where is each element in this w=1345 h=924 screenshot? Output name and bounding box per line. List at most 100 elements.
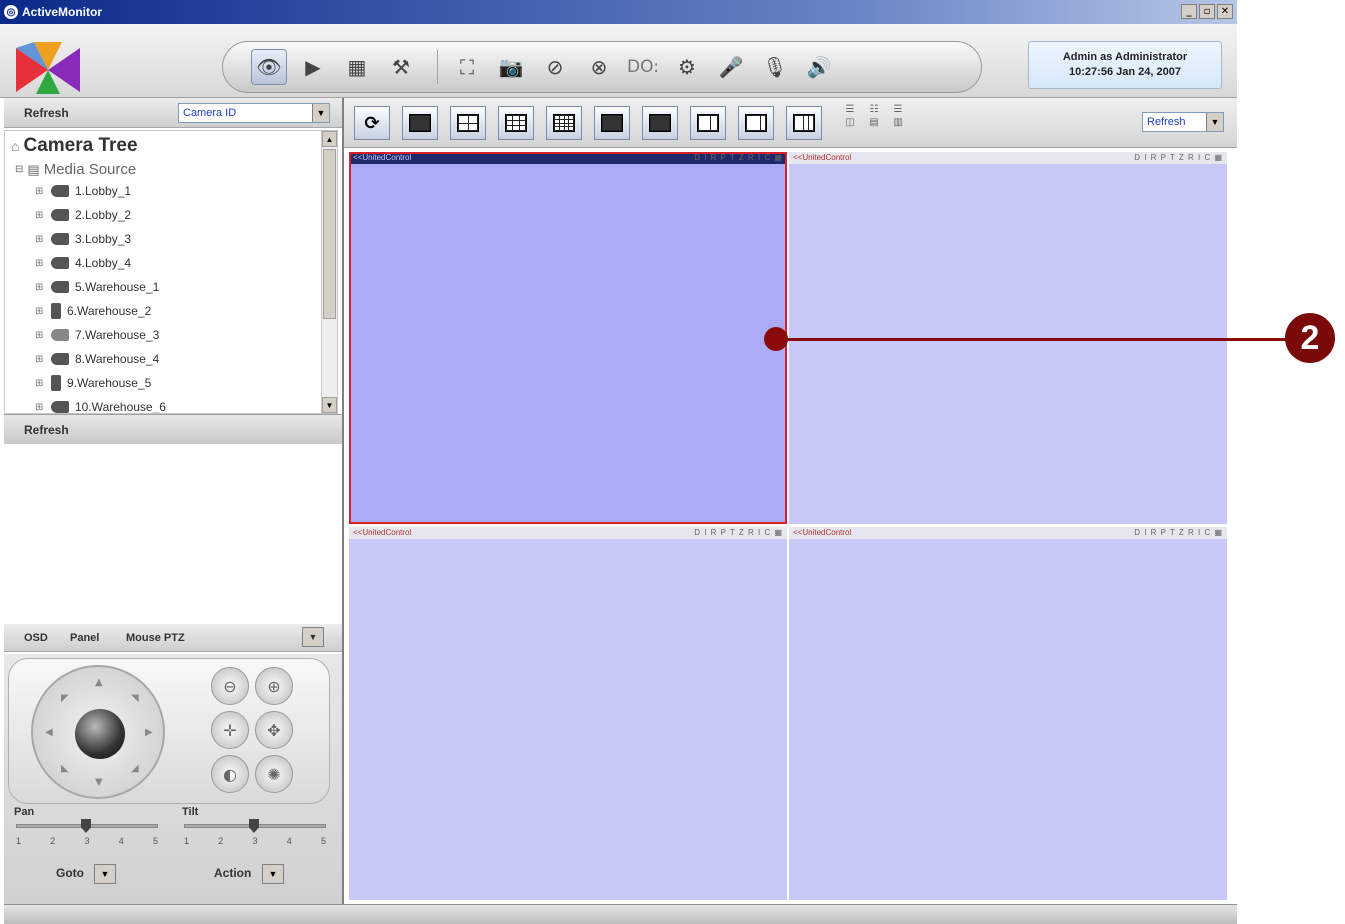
layout-small-a-icon[interactable]: ☰ ◫ [840, 104, 860, 144]
scroll-up-icon[interactable]: ▲ [322, 131, 337, 147]
tree-item-camera[interactable]: ⊞ 9.Warehouse_5 [35, 373, 151, 393]
video-cell-controls[interactable]: D I R P T Z R I C ▦ [1134, 152, 1223, 164]
tree-item-camera[interactable]: ⊞ 3.Lobby_3 [35, 229, 131, 249]
tree-item-camera[interactable]: ⊞ 6.Warehouse_2 [35, 301, 151, 321]
expand-icon[interactable]: ⊞ [35, 282, 45, 293]
maximize-button[interactable]: ▫ [1199, 4, 1215, 19]
media-source-icon: ▤ [27, 161, 40, 177]
tree-item-camera[interactable]: ⊞ 4.Lobby_4 [35, 253, 131, 273]
expand-icon[interactable]: ⊞ [35, 330, 45, 341]
layout-4x4-icon[interactable] [546, 106, 582, 140]
expand-icon[interactable]: ⊞ [35, 306, 45, 317]
layout-small-c-icon[interactable]: ☰ ▥ [888, 104, 908, 144]
tree-item-camera[interactable]: ⊞ 5.Warehouse_1 [35, 277, 159, 297]
layout-25-icon[interactable] [594, 106, 630, 140]
layout-1plus7-icon[interactable] [738, 106, 774, 140]
fullscreen-icon[interactable]: ⛶ [449, 49, 485, 85]
layout-36-icon[interactable] [642, 106, 678, 140]
expand-icon[interactable]: ⊞ [35, 354, 45, 365]
tree-item-camera[interactable]: ⊞ 7.Warehouse_3 [35, 325, 159, 345]
record-icon[interactable]: ⊘ [537, 49, 573, 85]
arrow-left-icon[interactable]: ◀ [45, 727, 53, 738]
refresh-label[interactable]: Refresh [24, 106, 69, 120]
expand-icon[interactable]: ⊞ [35, 210, 45, 221]
tab-panel[interactable]: Panel [70, 632, 99, 644]
ptz-direction-pad[interactable]: ▲ ▼ ◀ ▶ ◤ ◥ ◣ ◢ [31, 665, 165, 799]
minimize-button[interactable]: _ [1181, 4, 1197, 19]
expand-icon[interactable]: ⊞ [35, 234, 45, 245]
arrow-right-icon[interactable]: ▶ [145, 727, 153, 738]
view-refresh-select[interactable]: Refresh ▼ [1142, 112, 1224, 132]
iris-open-icon[interactable]: ✺ [255, 755, 293, 793]
settings-gear-icon[interactable]: ⚙ [669, 49, 705, 85]
expand-icon[interactable]: ⊞ [35, 258, 45, 269]
tools-hammer-icon[interactable]: ⚒ [383, 49, 419, 85]
tree-scrollbar[interactable]: ▲ ▼ [321, 131, 337, 413]
expand-icon[interactable]: ⊞ [35, 378, 45, 389]
playback-icon[interactable]: ▶ [295, 49, 331, 85]
microphone-icon[interactable]: 🎤 [713, 49, 749, 85]
tree-item-camera[interactable]: ⊞ 10.Warehouse_6 [35, 397, 166, 413]
chevron-down-icon[interactable]: ▼ [312, 104, 329, 122]
volume-speaker-icon[interactable]: 🔊 [801, 49, 837, 85]
digital-output-button[interactable]: DO: [625, 49, 661, 85]
snapshot-camera-icon[interactable]: 📷 [493, 49, 529, 85]
arrow-up-left-icon[interactable]: ◤ [61, 693, 69, 704]
layout-1x1-icon[interactable] [402, 106, 438, 140]
close-button[interactable]: ✕ [1217, 4, 1233, 19]
collapse-icon[interactable]: ⊟ [15, 164, 23, 175]
action-dropdown-chevron-icon[interactable]: ▼ [262, 864, 284, 884]
tree-item-camera[interactable]: ⊞ 1.Lobby_1 [35, 181, 131, 201]
scroll-thumb[interactable] [323, 149, 336, 319]
zoom-in-icon[interactable]: ⊕ [255, 667, 293, 705]
goto-label: Goto [56, 866, 84, 880]
arrow-up-right-icon[interactable]: ◥ [131, 693, 139, 704]
stop-record-icon[interactable]: ⊗ [581, 49, 617, 85]
map-icon[interactable]: ▦ [339, 49, 375, 85]
expand-icon[interactable]: ⊞ [35, 186, 45, 197]
layout-3x3-icon[interactable] [498, 106, 534, 140]
tree-item-camera[interactable]: ⊞ 8.Warehouse_4 [35, 349, 159, 369]
layout-2x2-icon[interactable] [450, 106, 486, 140]
tree-title: ⌂ Camera Tree [11, 135, 138, 157]
pan-speed-slider[interactable] [16, 819, 158, 833]
ptz-mode-dropdown-chevron-icon[interactable]: ▼ [302, 627, 324, 647]
live-view-eye-icon[interactable]: 👁 [251, 49, 287, 85]
refresh-footer-label[interactable]: Refresh [24, 423, 69, 437]
title-bar: ◎ ActiveMonitor _ ▫ ✕ [0, 0, 1237, 24]
layout-1plus12-icon[interactable] [786, 106, 822, 140]
focus-near-icon[interactable]: ✛ [211, 711, 249, 749]
arrow-up-icon[interactable]: ▲ [95, 677, 103, 688]
chevron-down-icon[interactable]: ▼ [1206, 113, 1223, 131]
tilt-speed-slider[interactable] [184, 819, 326, 833]
iris-close-icon[interactable]: ◐ [211, 755, 249, 793]
expand-icon[interactable]: ⊞ [35, 402, 45, 413]
video-cell[interactable]: <<UnitedControl D I R P T Z R I C ▦ [349, 527, 787, 900]
video-cell-controls[interactable]: D I R P T Z R I C ▦ [694, 527, 783, 539]
tick-label: 1 [184, 836, 190, 846]
scroll-down-icon[interactable]: ▼ [322, 397, 337, 413]
layout-small-b-icon[interactable]: ☷ ▤ [864, 104, 884, 144]
tab-mouse-ptz[interactable]: Mouse PTZ [126, 632, 185, 644]
tab-osd[interactable]: OSD [24, 632, 48, 644]
goto-dropdown-chevron-icon[interactable]: ▼ [94, 864, 116, 884]
video-cell-controls[interactable]: D I R P T Z R I C ▦ [1134, 527, 1223, 539]
cycle-layout-icon[interactable]: ⟳ [354, 106, 390, 140]
tilt-slider-handle[interactable] [249, 819, 259, 833]
arrow-down-left-icon[interactable]: ◣ [61, 763, 69, 774]
layout-1plus5-icon[interactable] [690, 106, 726, 140]
callout-leader-line [776, 338, 1296, 341]
pan-slider-handle[interactable] [81, 819, 91, 833]
arrow-down-icon[interactable]: ▼ [95, 777, 103, 788]
focus-far-icon[interactable]: ✥ [255, 711, 293, 749]
video-cell[interactable]: <<UnitedControl D I R P T Z R I C ▦ [789, 527, 1227, 900]
tree-root-media-source[interactable]: ⊟ ▤ Media Source [15, 161, 136, 178]
media-source-label: Media Source [43, 161, 137, 178]
tree-item-camera[interactable]: ⊞ 2.Lobby_2 [35, 205, 131, 225]
camera-sort-select[interactable]: Camera ID ▼ [178, 103, 330, 123]
talk-microphone-icon[interactable]: 🎙 [757, 49, 793, 85]
pan-ticks: 1 2 3 4 5 [16, 836, 158, 846]
arrow-down-right-icon[interactable]: ◢ [131, 763, 139, 774]
zoom-out-icon[interactable]: ⊖ [211, 667, 249, 705]
ptz-joystick-knob[interactable] [75, 709, 125, 759]
